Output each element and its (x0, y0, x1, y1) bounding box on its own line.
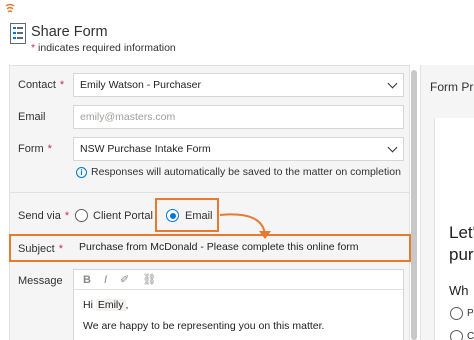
client-portal-radio[interactable] (75, 209, 88, 222)
form-select[interactable]: NSW Purchase Intake Form (73, 137, 404, 161)
form-value: NSW Purchase Intake Form (80, 143, 211, 155)
app-logo-icon (5, 3, 15, 13)
email-placeholder: emily@masters.com (80, 111, 176, 123)
subject-input[interactable]: Purchase from McDonald - Please complete… (73, 236, 407, 260)
client-portal-label[interactable]: Client Portal (93, 210, 153, 222)
email-field[interactable]: emily@masters.com (73, 105, 404, 129)
email-option-highlight (155, 198, 219, 232)
preview-option-2: C (467, 331, 474, 340)
edit-pencil-icon[interactable]: ✐ (120, 273, 129, 286)
preview-radio-2[interactable] (450, 330, 463, 340)
preview-question: Wh (449, 283, 469, 298)
contact-label: Contact * (18, 79, 65, 91)
scrollbar-thumb[interactable] (411, 70, 417, 340)
info-icon: i (76, 166, 87, 178)
info-text: Responses will automatically be saved to… (91, 166, 401, 178)
preview-radio-1[interactable] (450, 307, 463, 320)
link-icon[interactable]: ⛓ (142, 273, 156, 286)
preview-heading: Let' pur (449, 223, 474, 264)
email-label: Email (18, 111, 46, 123)
chevron-down-icon (387, 78, 398, 89)
subject-label: Subject * (18, 243, 63, 255)
merge-field-name: Emily (95, 299, 126, 311)
form-label: Form * (18, 143, 52, 155)
required-note-text: indicates required information (38, 42, 176, 54)
message-line-1: Hi Emily, (83, 299, 129, 311)
send-via-label: Send via * (18, 210, 70, 222)
section-divider (9, 192, 410, 193)
contact-select[interactable]: Emily Watson - Purchaser (73, 73, 404, 97)
info-message: i Responses will automatically be saved … (76, 166, 401, 178)
subject-value: Purchase from McDonald - Please complete… (79, 241, 359, 253)
message-body[interactable]: Hi Emily, We are happy to be representin… (74, 290, 403, 340)
form-document-icon (10, 23, 26, 44)
page-title: Share Form (31, 24, 108, 40)
chevron-down-icon (387, 142, 398, 153)
message-line-2: We are happy to be representing you on t… (83, 320, 325, 332)
editor-toolbar: B I ✐ ⛓ (74, 270, 403, 290)
preview-option-1: P (467, 308, 474, 319)
bold-icon[interactable]: B (83, 274, 91, 286)
contact-value: Emily Watson - Purchaser (80, 79, 201, 91)
required-note: * indicates required information (31, 42, 176, 54)
italic-icon[interactable]: I (104, 274, 107, 286)
preview-title: Form Pr (430, 80, 474, 94)
required-star: * (31, 42, 36, 54)
message-label: Message (18, 275, 63, 287)
message-editor[interactable]: B I ✐ ⛓ Hi Emily, We are happy to be rep… (73, 269, 404, 340)
